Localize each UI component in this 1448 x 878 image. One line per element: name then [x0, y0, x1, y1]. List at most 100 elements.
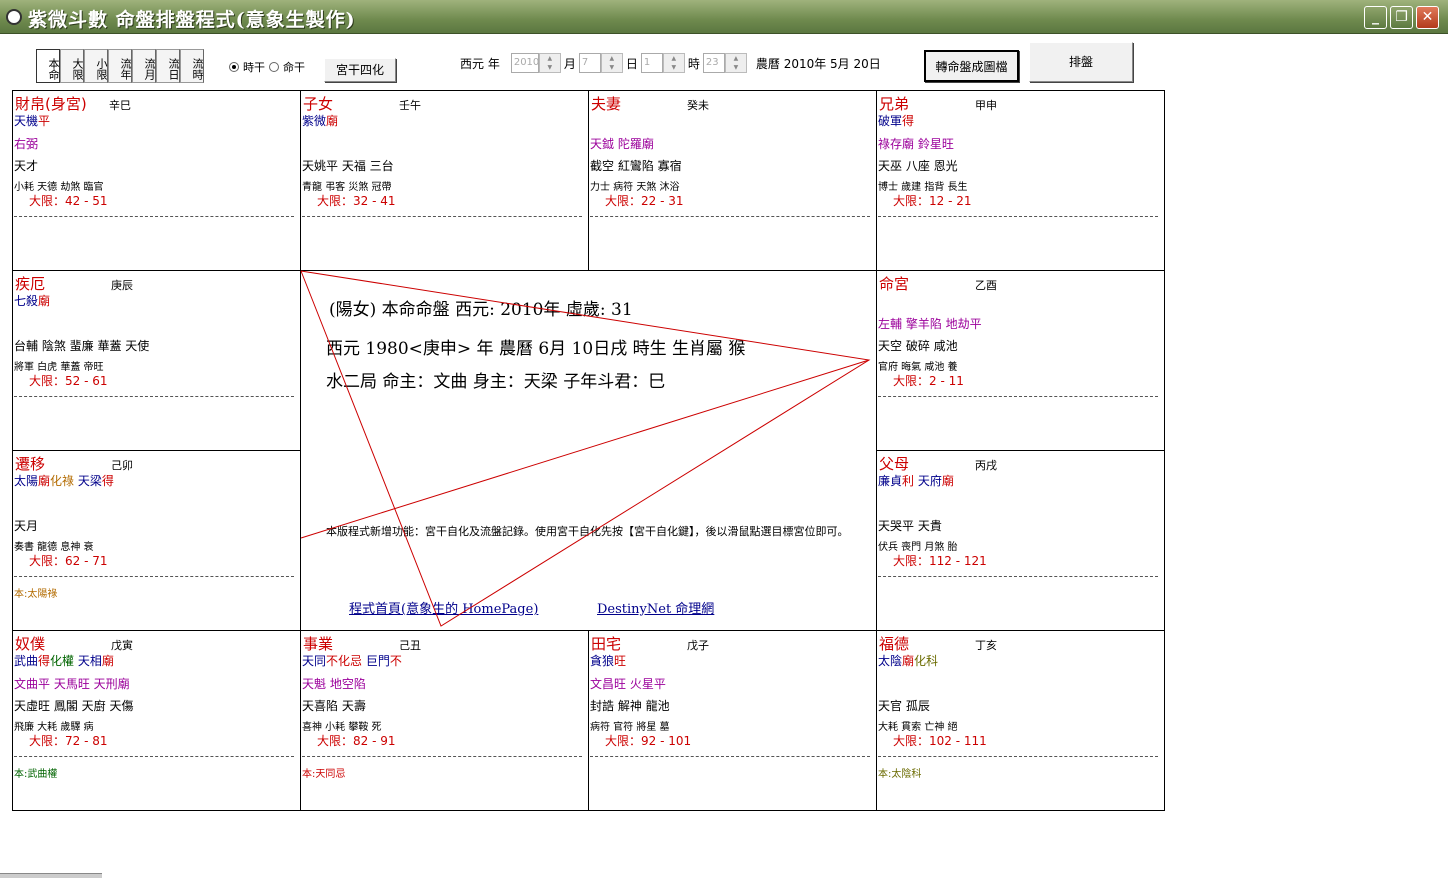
tab-daxian[interactable]: 大限 — [60, 49, 84, 83]
star-label: 得 — [902, 114, 915, 128]
star-label: 化科 — [914, 654, 939, 668]
daxian-range: 大限：82 - 91 — [317, 734, 396, 748]
main-stars: 武曲得化權 天相廟 — [14, 652, 114, 669]
tab-liuri[interactable]: 流日 — [156, 49, 180, 83]
sihua-note: 本:太陰科 — [878, 769, 922, 780]
star-label: 七殺 — [14, 294, 39, 308]
chart-mode-tabs: 本命 大限 小限 流年 流月 流日 流時 — [36, 49, 204, 87]
palace-name: 福德 — [879, 635, 910, 653]
minor-stars: 祿存廟 鈴星旺 — [878, 137, 954, 151]
misc-stars: 天姚平 天福 三台 — [302, 159, 394, 173]
palace-ganzhi: 甲申 — [975, 99, 997, 112]
palace-qianyi[interactable]: 遷移 己卯 太陽廟化祿 天梁得 天月 奏書 龍德 息神 衰大限：62 - 71 本:太陽祿 — [12, 450, 301, 631]
tab-benming[interactable]: 本命 — [36, 49, 60, 83]
year-spin-arrows[interactable]: ▲ ▼ — [538, 53, 561, 73]
star-label: 廟 — [38, 294, 51, 308]
divider — [14, 576, 294, 577]
day-spin-arrows[interactable]: ▲ ▼ — [662, 53, 685, 73]
palace-shiye[interactable]: 事業 己丑 天同不化忌 巨門不 天魁 地空陷 天喜陷 天壽 喜神 小耗 攀鞍 死大限：82… — [300, 630, 589, 811]
palace-zinv[interactable]: 子女 壬午 紫微廟 天姚平 天福 三台 青龍 弔客 災煞 冠帶 大限：32 - 41 — [300, 90, 589, 271]
star-label: 得 — [101, 474, 114, 488]
palace-nupu[interactable]: 奴僕 戊寅 武曲得化權 天相廟 文曲平 天馬旺 天刑廟 天虛旺 鳳閣 天廚 天傷 飛廉 大… — [12, 630, 301, 811]
palace-caibo[interactable]: 財帛(身宮) 辛巳 天機平 右弼 天才 小耗 天德 劫煞 臨官 大限：42 - 51 — [12, 90, 301, 271]
tab-xiaoxian[interactable]: 小限 — [84, 49, 108, 83]
sihua-note: 本:天同忌 — [302, 769, 346, 780]
palace-ming[interactable]: 命宮 乙酉 左輔 擎羊陷 地劫平 天空 破碎 咸池 官府 晦氣 咸池 養大限：2 - 1… — [876, 270, 1165, 451]
palace-fumu[interactable]: 父母 丙戌 廉貞利 天府廟 天哭平 天貴 伏兵 喪門 月煞 胎大限：112 - 121 — [876, 450, 1165, 631]
palace-fude[interactable]: 福德 丁亥 太陰廟化科 天官 孤辰 大耗 貫索 亡神 絕大限：102 - 111 本:太陰… — [876, 630, 1165, 811]
title-bar: 紫微斗數 命盤排盤程式(意象生製作) _ ❐ ✕ — [0, 0, 1448, 34]
palace-ganzhi: 丙戌 — [975, 459, 997, 472]
star-label: 天梁 — [74, 474, 102, 488]
divider — [302, 216, 582, 217]
year-spinner[interactable]: 2010 ▲ ▼ — [510, 53, 561, 73]
palace-ganzhi: 庚辰 — [111, 279, 133, 292]
palace-name: 遷移 — [15, 455, 46, 473]
shensha-row: 小耗 天德 劫煞 臨官 — [14, 182, 104, 193]
minimize-button[interactable]: _ — [1364, 6, 1387, 29]
day-field[interactable]: 1 — [640, 53, 663, 73]
star-label: 旺 — [614, 654, 627, 668]
divider — [14, 396, 294, 397]
star-label: 利 — [902, 474, 915, 488]
star-label: 得 — [38, 654, 51, 668]
misc-stars: 天才 — [14, 159, 39, 173]
center-line-3: 水二局 命主：文曲 身主：天梁 子年斗君：巳 — [326, 372, 666, 392]
palace-tianzhai[interactable]: 田宅 戊子 貪狼旺 文昌旺 火星平 封誥 解神 龍池 病符 官符 將星 墓大限：92 - … — [588, 630, 877, 811]
palace-ganzhi: 戊寅 — [111, 639, 133, 652]
star-label: 不 — [326, 654, 339, 668]
tab-liunian[interactable]: 流年 — [108, 49, 132, 83]
homepage-link[interactable]: 程式首頁(意象生的 HomePage) — [349, 598, 538, 617]
misc-stars: 天哭平 天貴 — [878, 519, 942, 533]
palace-name: 財帛(身宮) — [15, 95, 87, 113]
palace-xiongdi[interactable]: 兄弟 甲申 破軍得 祿存廟 鈴星旺 天巫 八座 恩光 博士 歲建 指背 長生 大限：12 -… — [876, 90, 1165, 271]
minor-stars: 文昌旺 火星平 — [590, 677, 666, 691]
palace-jie[interactable]: 疾厄 庚辰 七殺廟 台輔 陰煞 蜚廉 華蓋 天使 將軍 白虎 華蓋 帝旺 大限：52 - … — [12, 270, 301, 451]
year-field[interactable]: 2010 — [510, 53, 539, 73]
radio-minggan[interactable] — [269, 62, 279, 72]
month-spinner[interactable]: 7 ▲ ▼ — [578, 53, 623, 73]
close-button[interactable]: ✕ — [1416, 6, 1439, 29]
month-field[interactable]: 7 — [578, 53, 601, 73]
radio-shigan[interactable] — [229, 62, 239, 72]
hour-spin-arrows[interactable]: ▲ ▼ — [724, 53, 747, 73]
star-label: 化忌 — [338, 654, 363, 668]
star-label: 廟 — [941, 474, 954, 488]
palace-name: 父母 — [879, 455, 910, 473]
gong-sihua-button[interactable]: 宮干四化 — [324, 58, 396, 82]
convert-image-button[interactable]: 轉命盤成圖檔 — [924, 50, 1019, 82]
star-label: 紫微 — [302, 114, 327, 128]
main-stars: 七殺廟 — [14, 292, 50, 309]
divider — [878, 216, 1158, 217]
hour-spinner[interactable]: 23 ▲ ▼ — [702, 53, 747, 73]
star-label: 天同 — [302, 654, 327, 668]
star-label: 廉貞 — [878, 474, 903, 488]
shensha-row: 力士 病符 天煞 沐浴 — [590, 182, 680, 193]
palace-ganzhi: 癸未 — [687, 99, 709, 112]
destinynet-link[interactable]: DestinyNet 命理網 — [597, 598, 714, 617]
palace-ganzhi: 辛巳 — [109, 99, 131, 112]
misc-stars: 天官 孤辰 — [878, 699, 930, 713]
sihua-note: 本:太陽祿 — [14, 589, 58, 600]
main-stars: 太陽廟化祿 天梁得 — [14, 472, 114, 489]
palace-fuqi[interactable]: 夫妻 癸未 天鉞 陀羅廟 截空 紅鸞陷 寡宿 力士 病符 天煞 沐浴 大限：22 - 31 — [588, 90, 877, 271]
paipan-button[interactable]: 排盤 — [1029, 42, 1133, 82]
shensha-row: 奏書 龍德 息神 衰 — [14, 542, 94, 553]
misc-stars: 截空 紅鸞陷 寡宿 — [590, 159, 682, 173]
minor-stars: 左輔 擎羊陷 地劫平 — [878, 317, 982, 331]
month-spin-arrows[interactable]: ▲ ▼ — [600, 53, 623, 73]
maximize-button[interactable]: ❐ — [1390, 6, 1413, 29]
divider — [590, 216, 870, 217]
day-spinner[interactable]: 1 ▲ ▼ — [640, 53, 685, 73]
star-label: 平 — [38, 114, 51, 128]
tab-liushi[interactable]: 流時 — [180, 49, 204, 83]
shensha-row: 將軍 白虎 華蓋 帝旺 — [14, 362, 104, 373]
hour-field[interactable]: 23 — [702, 53, 725, 73]
star-label: 太陰 — [878, 654, 903, 668]
star-label: 天相 — [74, 654, 102, 668]
tab-liuyue[interactable]: 流月 — [132, 49, 156, 83]
daxian-range: 大限：52 - 61 — [29, 374, 108, 388]
app-icon[interactable] — [6, 9, 22, 25]
star-label: 廟 — [101, 654, 114, 668]
shensha-row: 大耗 貫索 亡神 絕 — [878, 722, 958, 733]
